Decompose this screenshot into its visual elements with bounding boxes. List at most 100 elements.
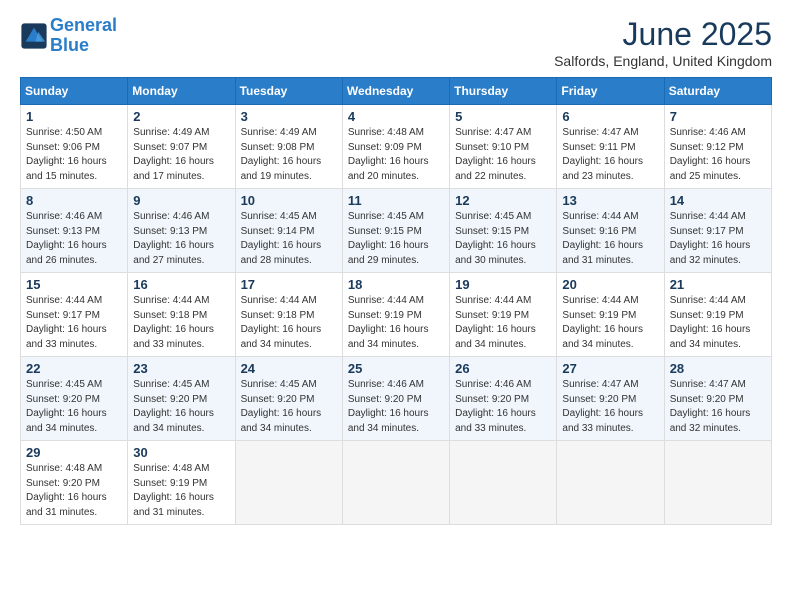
col-saturday: Saturday <box>664 78 771 105</box>
day-info: Sunrise: 4:45 AM Sunset: 9:15 PM Dayligh… <box>455 210 551 268</box>
day-info: Sunrise: 4:45 AM Sunset: 9:20 PM Dayligh… <box>26 378 122 436</box>
day-info: Sunrise: 4:44 AM Sunset: 9:19 PM Dayligh… <box>455 294 551 352</box>
calendar-day-cell: 15 Sunrise: 4:44 AM Sunset: 9:17 PM Dayl… <box>21 273 128 357</box>
day-info: Sunrise: 4:44 AM Sunset: 9:16 PM Dayligh… <box>562 210 658 268</box>
day-number: 2 <box>133 109 229 124</box>
day-info: Sunrise: 4:44 AM Sunset: 9:19 PM Dayligh… <box>562 294 658 352</box>
calendar-day-cell: 13 Sunrise: 4:44 AM Sunset: 9:16 PM Dayl… <box>557 189 664 273</box>
calendar-day-cell <box>342 441 449 525</box>
day-info: Sunrise: 4:44 AM Sunset: 9:19 PM Dayligh… <box>348 294 444 352</box>
day-info: Sunrise: 4:46 AM Sunset: 9:20 PM Dayligh… <box>455 378 551 436</box>
day-info: Sunrise: 4:48 AM Sunset: 9:19 PM Dayligh… <box>133 462 229 520</box>
day-number: 14 <box>670 193 766 208</box>
day-number: 15 <box>26 277 122 292</box>
calendar-day-cell: 12 Sunrise: 4:45 AM Sunset: 9:15 PM Dayl… <box>450 189 557 273</box>
day-number: 18 <box>348 277 444 292</box>
day-number: 23 <box>133 361 229 376</box>
calendar-day-cell: 3 Sunrise: 4:49 AM Sunset: 9:08 PM Dayli… <box>235 105 342 189</box>
day-info: Sunrise: 4:50 AM Sunset: 9:06 PM Dayligh… <box>26 126 122 184</box>
calendar-day-cell: 1 Sunrise: 4:50 AM Sunset: 9:06 PM Dayli… <box>21 105 128 189</box>
day-number: 3 <box>241 109 337 124</box>
calendar-day-cell: 5 Sunrise: 4:47 AM Sunset: 9:10 PM Dayli… <box>450 105 557 189</box>
calendar-day-cell: 9 Sunrise: 4:46 AM Sunset: 9:13 PM Dayli… <box>128 189 235 273</box>
day-number: 25 <box>348 361 444 376</box>
day-number: 30 <box>133 445 229 460</box>
day-number: 7 <box>670 109 766 124</box>
calendar-day-cell: 10 Sunrise: 4:45 AM Sunset: 9:14 PM Dayl… <box>235 189 342 273</box>
day-number: 17 <box>241 277 337 292</box>
calendar-day-cell: 17 Sunrise: 4:44 AM Sunset: 9:18 PM Dayl… <box>235 273 342 357</box>
calendar-day-cell: 7 Sunrise: 4:46 AM Sunset: 9:12 PM Dayli… <box>664 105 771 189</box>
calendar-day-cell: 18 Sunrise: 4:44 AM Sunset: 9:19 PM Dayl… <box>342 273 449 357</box>
day-info: Sunrise: 4:47 AM Sunset: 9:10 PM Dayligh… <box>455 126 551 184</box>
day-info: Sunrise: 4:47 AM Sunset: 9:20 PM Dayligh… <box>670 378 766 436</box>
day-info: Sunrise: 4:44 AM Sunset: 9:18 PM Dayligh… <box>133 294 229 352</box>
title-block: June 2025 Salfords, England, United King… <box>554 16 772 69</box>
day-number: 29 <box>26 445 122 460</box>
day-number: 1 <box>26 109 122 124</box>
calendar-day-cell: 29 Sunrise: 4:48 AM Sunset: 9:20 PM Dayl… <box>21 441 128 525</box>
day-info: Sunrise: 4:45 AM Sunset: 9:14 PM Dayligh… <box>241 210 337 268</box>
calendar-day-cell: 6 Sunrise: 4:47 AM Sunset: 9:11 PM Dayli… <box>557 105 664 189</box>
calendar-day-cell: 11 Sunrise: 4:45 AM Sunset: 9:15 PM Dayl… <box>342 189 449 273</box>
logo-text: General Blue <box>50 16 117 56</box>
calendar-day-cell: 28 Sunrise: 4:47 AM Sunset: 9:20 PM Dayl… <box>664 357 771 441</box>
calendar-day-cell: 16 Sunrise: 4:44 AM Sunset: 9:18 PM Dayl… <box>128 273 235 357</box>
day-info: Sunrise: 4:44 AM Sunset: 9:19 PM Dayligh… <box>670 294 766 352</box>
day-info: Sunrise: 4:46 AM Sunset: 9:20 PM Dayligh… <box>348 378 444 436</box>
col-monday: Monday <box>128 78 235 105</box>
day-number: 13 <box>562 193 658 208</box>
day-number: 16 <box>133 277 229 292</box>
day-number: 6 <box>562 109 658 124</box>
calendar-week-row: 8 Sunrise: 4:46 AM Sunset: 9:13 PM Dayli… <box>21 189 772 273</box>
day-info: Sunrise: 4:46 AM Sunset: 9:12 PM Dayligh… <box>670 126 766 184</box>
day-info: Sunrise: 4:46 AM Sunset: 9:13 PM Dayligh… <box>133 210 229 268</box>
day-number: 22 <box>26 361 122 376</box>
col-friday: Friday <box>557 78 664 105</box>
calendar-header-row: Sunday Monday Tuesday Wednesday Thursday… <box>21 78 772 105</box>
month-title: June 2025 <box>554 16 772 53</box>
col-sunday: Sunday <box>21 78 128 105</box>
day-number: 28 <box>670 361 766 376</box>
calendar-week-row: 15 Sunrise: 4:44 AM Sunset: 9:17 PM Dayl… <box>21 273 772 357</box>
day-number: 8 <box>26 193 122 208</box>
col-tuesday: Tuesday <box>235 78 342 105</box>
location: Salfords, England, United Kingdom <box>554 53 772 69</box>
calendar-day-cell: 23 Sunrise: 4:45 AM Sunset: 9:20 PM Dayl… <box>128 357 235 441</box>
calendar-day-cell: 30 Sunrise: 4:48 AM Sunset: 9:19 PM Dayl… <box>128 441 235 525</box>
day-info: Sunrise: 4:48 AM Sunset: 9:20 PM Dayligh… <box>26 462 122 520</box>
day-info: Sunrise: 4:47 AM Sunset: 9:20 PM Dayligh… <box>562 378 658 436</box>
calendar-day-cell: 14 Sunrise: 4:44 AM Sunset: 9:17 PM Dayl… <box>664 189 771 273</box>
day-number: 21 <box>670 277 766 292</box>
day-info: Sunrise: 4:45 AM Sunset: 9:15 PM Dayligh… <box>348 210 444 268</box>
calendar-day-cell: 26 Sunrise: 4:46 AM Sunset: 9:20 PM Dayl… <box>450 357 557 441</box>
day-number: 27 <box>562 361 658 376</box>
day-info: Sunrise: 4:45 AM Sunset: 9:20 PM Dayligh… <box>241 378 337 436</box>
calendar-week-row: 22 Sunrise: 4:45 AM Sunset: 9:20 PM Dayl… <box>21 357 772 441</box>
day-number: 26 <box>455 361 551 376</box>
logo-icon <box>20 22 48 50</box>
calendar-week-row: 1 Sunrise: 4:50 AM Sunset: 9:06 PM Dayli… <box>21 105 772 189</box>
day-number: 9 <box>133 193 229 208</box>
day-number: 20 <box>562 277 658 292</box>
col-thursday: Thursday <box>450 78 557 105</box>
calendar-day-cell: 2 Sunrise: 4:49 AM Sunset: 9:07 PM Dayli… <box>128 105 235 189</box>
calendar-day-cell: 22 Sunrise: 4:45 AM Sunset: 9:20 PM Dayl… <box>21 357 128 441</box>
day-info: Sunrise: 4:49 AM Sunset: 9:07 PM Dayligh… <box>133 126 229 184</box>
calendar: Sunday Monday Tuesday Wednesday Thursday… <box>20 77 772 525</box>
calendar-day-cell: 19 Sunrise: 4:44 AM Sunset: 9:19 PM Dayl… <box>450 273 557 357</box>
page: General Blue June 2025 Salfords, England… <box>0 0 792 545</box>
day-info: Sunrise: 4:44 AM Sunset: 9:17 PM Dayligh… <box>26 294 122 352</box>
day-number: 12 <box>455 193 551 208</box>
day-number: 5 <box>455 109 551 124</box>
calendar-day-cell: 27 Sunrise: 4:47 AM Sunset: 9:20 PM Dayl… <box>557 357 664 441</box>
calendar-week-row: 29 Sunrise: 4:48 AM Sunset: 9:20 PM Dayl… <box>21 441 772 525</box>
col-wednesday: Wednesday <box>342 78 449 105</box>
header: General Blue June 2025 Salfords, England… <box>20 16 772 69</box>
calendar-day-cell <box>557 441 664 525</box>
calendar-day-cell: 8 Sunrise: 4:46 AM Sunset: 9:13 PM Dayli… <box>21 189 128 273</box>
day-info: Sunrise: 4:44 AM Sunset: 9:18 PM Dayligh… <box>241 294 337 352</box>
day-number: 4 <box>348 109 444 124</box>
day-number: 19 <box>455 277 551 292</box>
day-number: 10 <box>241 193 337 208</box>
